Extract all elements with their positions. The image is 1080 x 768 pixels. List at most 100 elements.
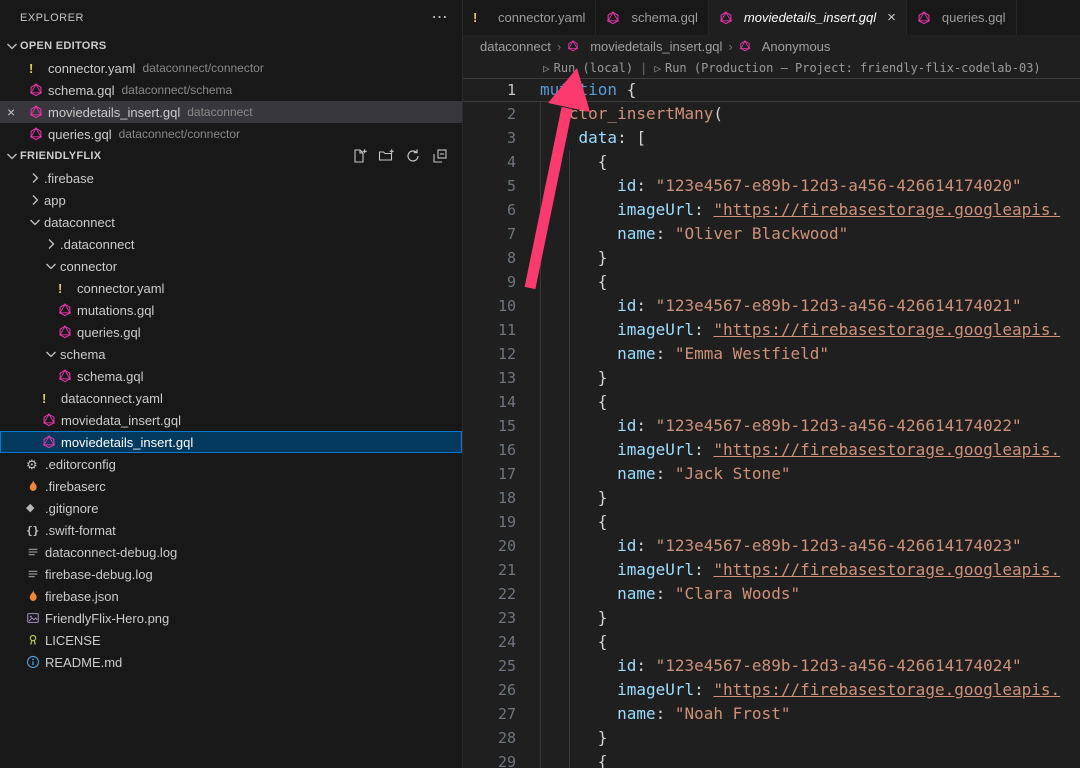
tab-close-icon[interactable]: ×: [887, 10, 896, 25]
tree-item-LICENSE[interactable]: LICENSE: [0, 629, 462, 651]
line-number[interactable]: 25: [463, 654, 516, 678]
line-number[interactable]: 18: [463, 486, 516, 510]
open-editor-queries.gql[interactable]: queries.gqldataconnect/connector: [0, 123, 462, 145]
open-editor-moviedetails_insert.gql[interactable]: ×moviedetails_insert.gqldataconnect: [0, 101, 462, 123]
line-number[interactable]: 1: [463, 79, 516, 101]
tab-queries.gql[interactable]: queries.gql: [907, 0, 1017, 35]
codelens-Run (local)[interactable]: ▷Run (local): [543, 59, 633, 78]
line-number[interactable]: 16: [463, 438, 516, 462]
tree-item-.editorconfig[interactable]: ⚙.editorconfig: [0, 453, 462, 475]
more-actions-icon[interactable]: ⋯: [432, 10, 449, 26]
open-editor-connector.yaml[interactable]: !connector.yamldataconnect/connector: [0, 57, 462, 79]
code-line-content[interactable]: id: "123e4567-e89b-12d3-a456-42661417402…: [540, 534, 1022, 558]
code-line-content[interactable]: }: [540, 366, 607, 390]
line-number[interactable]: 7: [463, 222, 516, 246]
refresh-icon[interactable]: [405, 148, 421, 164]
line-number[interactable]: 8: [463, 246, 516, 270]
tree-item-dataconnect-debug.log[interactable]: dataconnect-debug.log: [0, 541, 462, 563]
tree-item-FriendlyFlix-Hero.png[interactable]: FriendlyFlix-Hero.png: [0, 607, 462, 629]
code-line-content[interactable]: imageUrl: "https://firebasestorage.googl…: [540, 438, 1060, 462]
line-number[interactable]: 14: [463, 390, 516, 414]
line-number[interactable]: 21: [463, 558, 516, 582]
code-line-content[interactable]: name: "Noah Frost": [540, 702, 790, 726]
line-number[interactable]: 23: [463, 606, 516, 630]
code-line-content[interactable]: actor_insertMany(: [540, 102, 723, 126]
collapse-all-icon[interactable]: [432, 148, 448, 164]
line-number[interactable]: 3: [463, 126, 516, 150]
folder-section-header[interactable]: FRIENDLYFLIX: [0, 145, 462, 167]
line-number[interactable]: 17: [463, 462, 516, 486]
code-line-content[interactable]: id: "123e4567-e89b-12d3-a456-42661417402…: [540, 294, 1022, 318]
code-line-content[interactable]: }: [540, 486, 607, 510]
line-number[interactable]: 4: [463, 150, 516, 174]
line-number[interactable]: 20: [463, 534, 516, 558]
tree-item-firebase.json[interactable]: firebase.json: [0, 585, 462, 607]
codelens-Run (Production – Project: friendly-flix-codelab-03)[interactable]: ▷Run (Production – Project: friendly-fli…: [654, 59, 1040, 78]
code-line-content[interactable]: imageUrl: "https://firebasestorage.googl…: [540, 558, 1060, 582]
code-line-content[interactable]: {: [540, 390, 607, 414]
close-icon[interactable]: ×: [7, 101, 15, 123]
tree-item-schema[interactable]: schema: [0, 343, 462, 365]
code-line-content[interactable]: id: "123e4567-e89b-12d3-a456-42661417402…: [540, 654, 1022, 678]
line-number[interactable]: 5: [463, 174, 516, 198]
open-editor-schema.gql[interactable]: schema.gqldataconnect/schema: [0, 79, 462, 101]
tab-connector.yaml[interactable]: !connector.yaml: [463, 0, 596, 35]
tab-moviedetails_insert.gql[interactable]: moviedetails_insert.gql×: [709, 0, 907, 35]
code-line-content[interactable]: id: "123e4567-e89b-12d3-a456-42661417402…: [540, 414, 1022, 438]
code-line-content[interactable]: {: [540, 630, 607, 654]
code-line-content[interactable]: mutation {: [540, 79, 636, 101]
code-line-content[interactable]: imageUrl: "https://firebasestorage.googl…: [540, 678, 1060, 702]
line-number[interactable]: 10: [463, 294, 516, 318]
code-line-content[interactable]: {: [540, 750, 607, 768]
line-number[interactable]: 9: [463, 270, 516, 294]
line-number[interactable]: 12: [463, 342, 516, 366]
code-line-content[interactable]: {: [540, 510, 607, 534]
code-line-content[interactable]: name: "Jack Stone": [540, 462, 790, 486]
tree-item-dataconnect.yaml[interactable]: !dataconnect.yaml: [0, 387, 462, 409]
breadcrumb-item-moviedetails_insert.gql[interactable]: moviedetails_insert.gql: [567, 39, 722, 54]
tree-item-moviedetails_insert.gql[interactable]: moviedetails_insert.gql: [0, 431, 462, 453]
code-line-content[interactable]: imageUrl: "https://firebasestorage.googl…: [540, 318, 1060, 342]
tree-item-.swift-format[interactable]: {}.swift-format: [0, 519, 462, 541]
tree-item-schema.gql[interactable]: schema.gql: [0, 365, 462, 387]
code-editor[interactable]: ▷Run (local)|▷Run (Production – Project:…: [463, 57, 1080, 768]
line-number[interactable]: 24: [463, 630, 516, 654]
line-number[interactable]: 27: [463, 702, 516, 726]
line-number[interactable]: 15: [463, 414, 516, 438]
tree-item-connector.yaml[interactable]: !connector.yaml: [0, 277, 462, 299]
tree-item-connector[interactable]: connector: [0, 255, 462, 277]
tree-item-.firebase[interactable]: .firebase: [0, 167, 462, 189]
line-number[interactable]: 28: [463, 726, 516, 750]
tree-item-mutations.gql[interactable]: mutations.gql: [0, 299, 462, 321]
line-number[interactable]: 11: [463, 318, 516, 342]
tree-item-README.md[interactable]: README.md: [0, 651, 462, 673]
code-line-content[interactable]: imageUrl: "https://firebasestorage.googl…: [540, 198, 1060, 222]
breadcrumb-item-Anonymous[interactable]: Anonymous: [739, 39, 831, 54]
code-line-content[interactable]: }: [540, 246, 607, 270]
code-line-content[interactable]: id: "123e4567-e89b-12d3-a456-42661417402…: [540, 174, 1022, 198]
tab-schema.gql[interactable]: schema.gql: [596, 0, 708, 35]
line-number[interactable]: 22: [463, 582, 516, 606]
code-line-content[interactable]: name: "Oliver Blackwood": [540, 222, 848, 246]
line-number[interactable]: 6: [463, 198, 516, 222]
line-number[interactable]: 29: [463, 750, 516, 768]
breadcrumb-item-dataconnect[interactable]: dataconnect: [480, 39, 551, 54]
code-line-content[interactable]: name: "Clara Woods": [540, 582, 800, 606]
code-line-content[interactable]: }: [540, 726, 607, 750]
line-number[interactable]: 13: [463, 366, 516, 390]
code-line-content[interactable]: {: [540, 150, 607, 174]
code-line-content[interactable]: data: [: [540, 126, 646, 150]
tree-item-.firebaserc[interactable]: .firebaserc: [0, 475, 462, 497]
tree-item-moviedata_insert.gql[interactable]: moviedata_insert.gql: [0, 409, 462, 431]
tree-item-dataconnect[interactable]: dataconnect: [0, 211, 462, 233]
new-folder-icon[interactable]: [378, 148, 394, 164]
line-number[interactable]: 26: [463, 678, 516, 702]
tree-item-app[interactable]: app: [0, 189, 462, 211]
line-number[interactable]: 2: [463, 102, 516, 126]
tree-item-.dataconnect[interactable]: .dataconnect: [0, 233, 462, 255]
tree-item-queries.gql[interactable]: queries.gql: [0, 321, 462, 343]
code-line-content[interactable]: {: [540, 270, 607, 294]
open-editors-header[interactable]: OPEN EDITORS: [0, 35, 462, 57]
code-line-content[interactable]: name: "Emma Westfield": [540, 342, 829, 366]
tree-item-.gitignore[interactable]: ◆.gitignore: [0, 497, 462, 519]
